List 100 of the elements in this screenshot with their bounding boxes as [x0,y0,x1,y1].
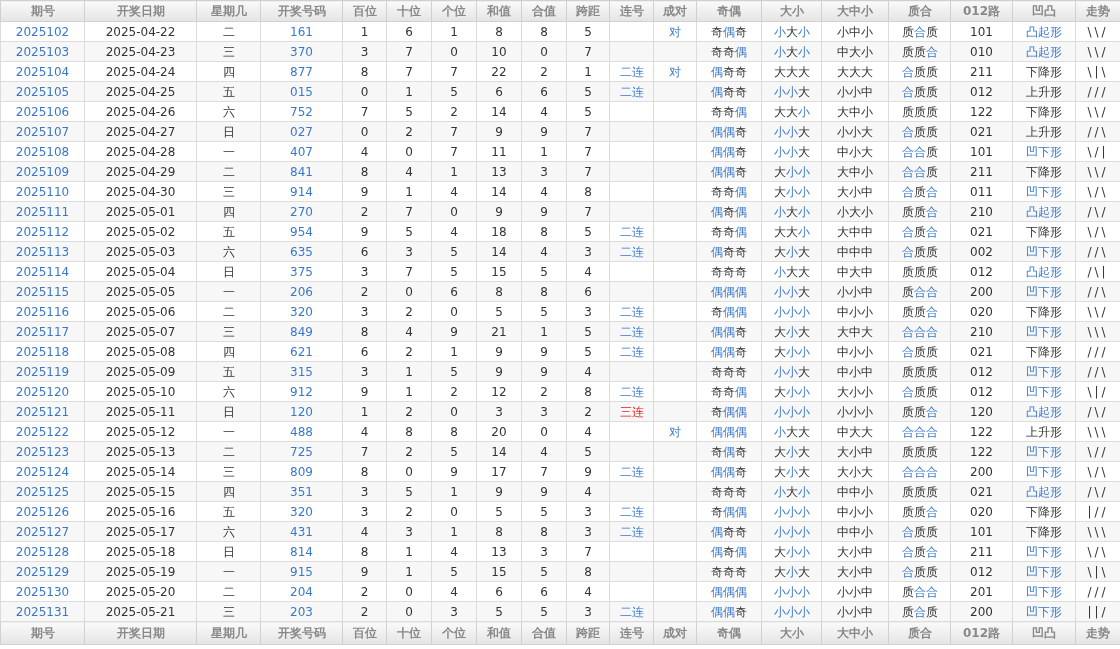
table-cell: 凹下形 [1012,581,1076,602]
table-cell: 2 [342,581,387,602]
table-cell: 14 [476,441,522,462]
table-cell: 9 [342,561,387,582]
table-cell: 488 [260,421,343,442]
table-cell: 4 [342,141,387,162]
table-cell: 五 [196,81,261,102]
table-cell: 质合质 [888,21,951,42]
table-cell: 三 [196,321,261,342]
table-cell: 二连 [609,341,654,362]
table-cell: 11 [476,141,522,162]
table-cell: 370 [260,41,343,62]
table-cell: 小小中 [821,281,889,302]
table-cell: 二连 [609,521,654,542]
table-cell: 6 [521,81,567,102]
table-cell: 三 [196,601,261,622]
table-cell: 质质质 [888,361,951,382]
table-cell: 3 [521,161,567,182]
table-cell: 7 [566,141,610,162]
table-cell: 6 [476,581,522,602]
table-cell: 4 [386,161,432,182]
table-cell: 小小小 [761,581,822,602]
column-header: 大小 [761,0,822,22]
table-cell: 010 [950,41,1013,62]
table-cell: 合质质 [888,241,951,262]
table-cell: 质质合 [888,501,951,522]
table-cell: 大小中 [821,561,889,582]
table-cell: 002 [950,241,1013,262]
table-cell: 122 [950,441,1013,462]
table-cell: 偶偶偶 [696,281,762,302]
table-cell: 大大大 [761,61,822,82]
table-cell: 1 [386,181,432,202]
table-cell: 偶偶奇 [696,461,762,482]
table-cell: 725 [260,441,343,462]
table-cell: 120 [950,401,1013,422]
table-cell: 3 [386,521,432,542]
table-cell: 8 [521,281,567,302]
table-cell: 5 [566,341,610,362]
table-cell: 2 [386,441,432,462]
table-cell: 二 [196,581,261,602]
table-cell: 偶奇偶 [696,201,762,222]
table-cell: 211 [950,61,1013,82]
table-cell: 凹下形 [1012,601,1076,622]
table-cell: 122 [950,101,1013,122]
table-cell: 质质合 [888,301,951,322]
table-cell: 6 [521,581,567,602]
table-cell: 奇奇奇 [696,261,762,282]
table-cell: 四 [196,341,261,362]
table-cell: 奇偶偶 [696,301,762,322]
table-cell: 小小大 [761,121,822,142]
table-cell: 012 [950,381,1013,402]
table-cell: 大中小 [821,161,889,182]
table-cell: 14 [476,241,522,262]
table-cell: 0 [431,41,477,62]
table-cell: 915 [260,561,343,582]
table-cell: 大小中 [821,181,889,202]
table-cell: 7 [431,121,477,142]
table-cell: 635 [260,241,343,262]
table-cell: 8 [521,221,567,242]
table-cell: 2025-05-12 [84,421,197,442]
table-cell: 0 [521,421,567,442]
table-cell: 奇奇偶 [696,101,762,122]
table-cell: 大小小 [761,181,822,202]
table-cell: 877 [260,61,343,82]
table-cell: 2 [431,381,477,402]
table-cell: 偶偶奇 [696,321,762,342]
table-cell: 7 [566,201,610,222]
table-cell: 8 [386,421,432,442]
table-cell: 4 [566,261,610,282]
table-cell: 2025-05-11 [84,401,197,422]
table-cell: 0 [386,141,432,162]
table-cell: 合质合 [888,541,951,562]
table-cell: 5 [521,601,567,622]
table-cell: 日 [196,541,261,562]
table-cell: 2025-05-07 [84,321,197,342]
table-cell: 二连 [609,321,654,342]
table-cell: 4 [521,101,567,122]
table-cell: 下降形 [1012,301,1076,322]
table-cell: 809 [260,461,343,482]
table-cell: 021 [950,121,1013,142]
table-cell: 1 [521,141,567,162]
table-cell: 5 [521,301,567,322]
table-cell: 三 [196,181,261,202]
table-cell: 合合合 [888,421,951,442]
table-cell: 凸起形 [1012,261,1076,282]
table-cell: 011 [950,181,1013,202]
table-cell: 大小小 [761,161,822,182]
table-cell: 320 [260,301,343,322]
table-cell: 0 [431,201,477,222]
table-cell: 210 [950,201,1013,222]
table-cell: 1 [386,541,432,562]
table-cell: 凸起形 [1012,201,1076,222]
table-cell: 2025-05-17 [84,521,197,542]
table-cell: 101 [950,521,1013,542]
table-cell: 3 [566,501,610,522]
table-cell: 0 [431,401,477,422]
table-cell: 二连 [609,381,654,402]
table-cell: 0 [386,581,432,602]
table-cell: 4 [431,541,477,562]
table-cell: 合合合 [888,321,951,342]
